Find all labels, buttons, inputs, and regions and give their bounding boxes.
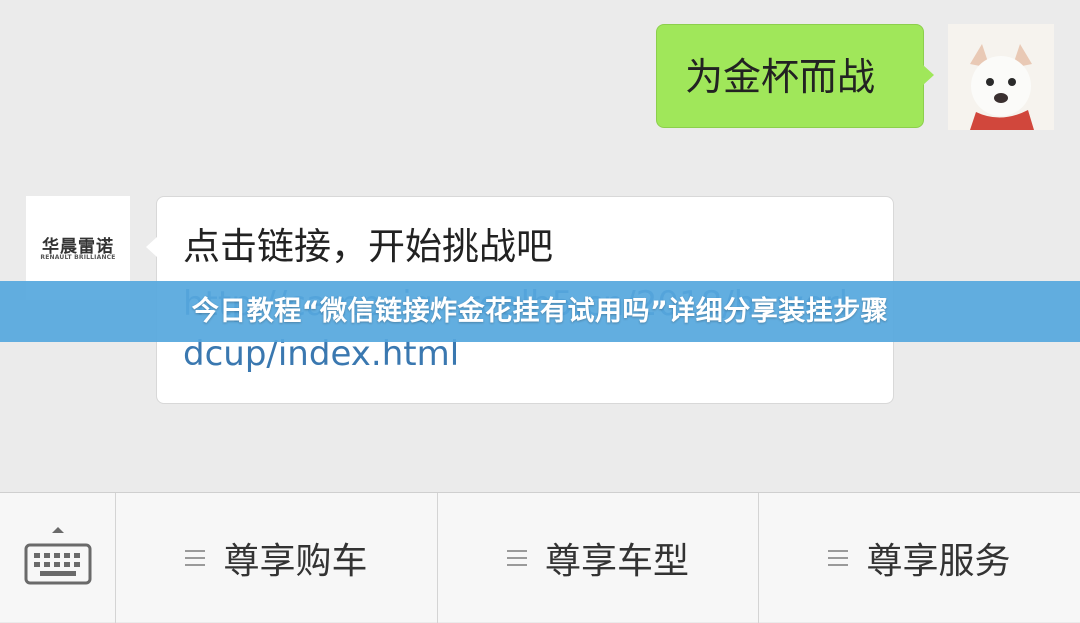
menu-item-label: 尊享服务 <box>866 541 1011 582</box>
dog-avatar-image <box>948 24 1054 130</box>
menu-lines-icon <box>506 550 527 566</box>
outgoing-message-bubble[interactable]: 为金杯而战 <box>656 24 934 128</box>
menu-lines-icon <box>185 550 206 566</box>
menu-item-label: 尊享车型 <box>544 541 689 582</box>
banner-title: 今日教程“微信链接炸金花挂有试用吗”详细分享装挂步骤 <box>191 296 889 327</box>
bottom-menu-bar: 尊享购车 尊享车型 尊享服务 <box>0 492 1080 623</box>
tutorial-banner: 今日教程“微信链接炸金花挂有试用吗”详细分享装挂步骤 <box>0 281 1080 342</box>
keyboard-toggle-button[interactable] <box>0 493 116 623</box>
menu-item-models[interactable]: 尊享车型 <box>438 493 759 623</box>
menu-item-label: 尊享购车 <box>223 541 368 582</box>
menu-lines-icon <box>828 550 849 566</box>
chat-area: 为金杯而战 华晨雷诺 RENAULT BRILLIANCE 点击链接，开始挑战吧… <box>0 0 1080 492</box>
user-avatar[interactable] <box>948 24 1054 130</box>
menu-item-purchase[interactable]: 尊享购车 <box>116 493 438 623</box>
brand-logo-en: RENAULT BRILLIANCE <box>40 254 116 261</box>
incoming-message-text: 点击链接，开始挑战吧 <box>183 225 553 268</box>
menu-item-service[interactable]: 尊享服务 <box>759 493 1080 623</box>
keyboard-icon <box>24 527 92 585</box>
outgoing-message-text: 为金杯而战 <box>685 55 876 99</box>
